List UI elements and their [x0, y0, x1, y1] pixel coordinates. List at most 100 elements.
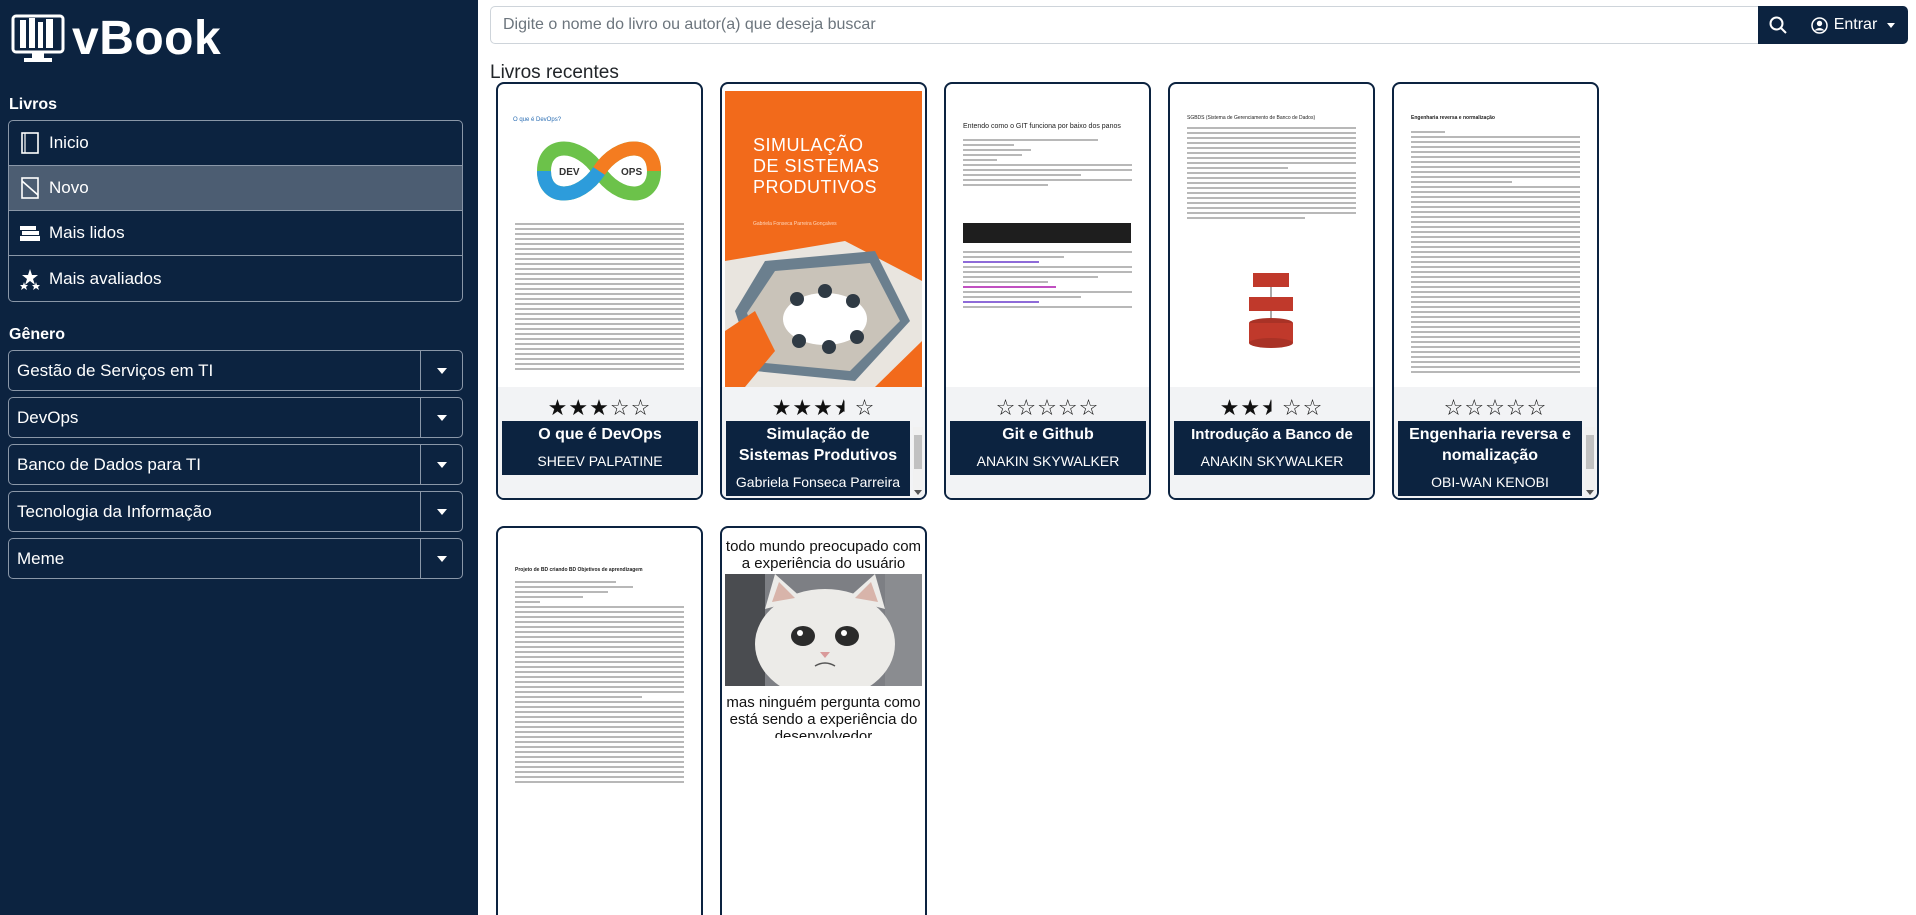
book-title[interactable]: Git e Github — [950, 421, 1146, 448]
star-full-icon: ★ — [589, 395, 610, 420]
cover-title: SIMULAÇÃO DE SISTEMAS PRODUTIVOS — [753, 135, 880, 197]
star-empty-icon: ☆ — [1505, 395, 1527, 420]
cover-heading: SGBDS (Sistema de Gerenciamento de Banco… — [1187, 115, 1316, 121]
svg-text:DEV: DEV — [559, 167, 580, 178]
genre-dropdown-toggle[interactable] — [420, 539, 462, 578]
cover-author: Gabriela Fonseca Parreira Gonçalves — [753, 221, 837, 227]
star-empty-icon: ☆ — [609, 395, 631, 420]
genre-label: DevOps — [17, 407, 79, 427]
caret-down-icon — [436, 508, 447, 515]
book-card[interactable]: Engenharia reversa e normalização ☆☆☆☆☆ … — [1392, 82, 1599, 500]
cover-text-lines — [515, 581, 684, 786]
book-card[interactable]: O que é DevOps? DEV OPS ★★★☆☆ O que é De… — [496, 82, 703, 500]
book-author[interactable]: ANAKIN SKYWALKER — [1174, 448, 1370, 475]
star-half-icon: ★ — [1261, 395, 1282, 420]
book-cover[interactable]: SIMULAÇÃO DE SISTEMAS PRODUTIVOS Gabriel… — [725, 91, 922, 387]
genre-item[interactable]: Meme — [8, 538, 463, 579]
cover-illustration — [725, 241, 922, 387]
code-block — [963, 223, 1131, 243]
cover-heading: Projeto de BD criando BD Objetivos de ap… — [515, 567, 643, 573]
book-cover[interactable]: Entendo como o GIT funciona por baixo do… — [949, 91, 1146, 387]
book-card[interactable]: todo mundo preocupado com a experiência … — [720, 526, 927, 915]
scrollbar[interactable] — [913, 427, 923, 497]
book-author[interactable]: SHEEV PALPATINE — [502, 448, 698, 475]
books-heading: Livros — [9, 96, 58, 113]
genre-item[interactable]: Banco de Dados para TI — [8, 444, 463, 485]
rating-stars: ☆☆☆☆☆ — [1394, 395, 1597, 421]
book-cover[interactable]: Engenharia reversa e normalização — [1397, 91, 1594, 387]
book-title[interactable]: Simulação de Sistemas Produtivos — [726, 421, 910, 469]
page-title: Livros recentes — [490, 62, 619, 83]
book-cover[interactable]: O que é DevOps? DEV OPS — [501, 91, 698, 387]
login-label: Entrar — [1833, 16, 1878, 33]
genre-label: Tecnologia da Informação — [17, 501, 212, 521]
search-button[interactable] — [1758, 6, 1798, 44]
scrollbar[interactable] — [1585, 427, 1595, 497]
book-author[interactable]: OBI-WAN KENOBI — [1398, 469, 1582, 496]
genre-item[interactable]: Gestão de Serviços em TI — [8, 350, 463, 391]
star-full-icon: ★ — [813, 395, 834, 420]
star-empty-icon: ☆ — [1526, 395, 1548, 420]
star-empty-icon: ☆ — [1057, 395, 1079, 420]
star-empty-icon: ☆ — [1443, 395, 1465, 420]
meme-bottom-text: mas ninguém pergunta como está sendo a e… — [725, 694, 922, 738]
crying-cat-image — [725, 574, 922, 686]
book-title[interactable]: Engenharia reversa e nomalização — [1398, 421, 1582, 469]
nav-item-label: Mais lidos — [49, 223, 125, 242]
star-full-icon: ★ — [1240, 395, 1262, 420]
user-circle-icon — [1810, 16, 1828, 34]
genre-list: Gestão de Serviços em TI DevOps Banco de… — [8, 350, 478, 579]
book-cover[interactable]: SGBDS (Sistema de Gerenciamento de Banco… — [1173, 91, 1370, 387]
book-info: ★★★★☆ Simulação de Sistemas Produtivos G… — [722, 387, 925, 498]
nav-item-inicio[interactable]: Inicio — [9, 121, 462, 166]
genre-dropdown-toggle[interactable] — [420, 398, 462, 437]
book-card[interactable]: Entendo como o GIT funciona por baixo do… — [944, 82, 1151, 500]
caret-down-icon — [436, 555, 447, 562]
brand[interactable]: vBook — [8, 0, 478, 76]
star-full-icon: ★ — [568, 395, 590, 420]
book-card[interactable]: SIMULAÇÃO DE SISTEMAS PRODUTIVOS Gabriel… — [720, 82, 927, 500]
nav-item-mais-avaliados[interactable]: Mais avaliados — [9, 256, 462, 301]
genre-heading: Gênero — [9, 326, 66, 343]
star-empty-icon: ☆ — [854, 395, 876, 420]
genre-dropdown-toggle[interactable] — [420, 445, 462, 484]
rating-stars: ☆☆☆☆☆ — [946, 395, 1149, 421]
brand-name: vBook — [72, 11, 222, 65]
rating-stars: ★★★☆☆ — [1170, 395, 1373, 421]
book-card[interactable]: Projeto de BD criando BD Objetivos de ap… — [496, 526, 703, 915]
nav-item-novo[interactable]: Novo — [9, 166, 462, 211]
search-bar: Entrar — [490, 6, 1908, 44]
star-empty-icon: ☆ — [630, 395, 652, 420]
login-dropdown-button[interactable]: Entrar — [1798, 6, 1908, 44]
genre-dropdown-toggle[interactable] — [420, 492, 462, 531]
cover-heading: Engenharia reversa e normalização — [1411, 115, 1495, 121]
genre-item[interactable]: DevOps — [8, 397, 463, 438]
nav-item-mais-lidos[interactable]: Mais lidos — [9, 211, 462, 256]
star-full-icon: ★ — [792, 395, 814, 420]
scroll-down-arrow-icon[interactable] — [914, 490, 922, 495]
books-stack-icon — [19, 221, 41, 245]
genre-dropdown-toggle[interactable] — [420, 351, 462, 390]
main-content: Entrar Livros recentes O que é DevOps? D… — [478, 0, 1916, 915]
book-info: ☆☆☆☆☆ Git e Github ANAKIN SKYWALKER — [946, 387, 1149, 498]
book-cover[interactable]: todo mundo preocupado com a experiência … — [725, 538, 922, 738]
book-info: ★★★☆☆ O que é DevOps SHEEV PALPATINE — [498, 387, 701, 498]
book-card[interactable]: SGBDS (Sistema de Gerenciamento de Banco… — [1168, 82, 1375, 500]
devops-infinity-icon: DEV OPS — [536, 141, 662, 201]
caret-down-icon — [436, 461, 447, 468]
search-input[interactable] — [490, 6, 1758, 44]
genre-item[interactable]: Tecnologia da Informação — [8, 491, 463, 532]
scrollbar-thumb[interactable] — [914, 435, 922, 469]
book-author[interactable]: Gabriela Fonseca Parreira — [726, 469, 910, 496]
book-author[interactable]: ANAKIN SKYWALKER — [950, 448, 1146, 475]
book-cover[interactable]: Projeto de BD criando BD Objetivos de ap… — [501, 535, 698, 831]
book-title[interactable]: O que é DevOps — [502, 421, 698, 448]
cover-heading: O que é DevOps? — [513, 117, 562, 123]
genre-label: Banco de Dados para TI — [17, 454, 201, 474]
scroll-down-arrow-icon[interactable] — [1586, 490, 1594, 495]
sidebar: vBook Livros Inicio Novo Mais lidos Mais… — [0, 0, 478, 915]
meme-top-text: todo mundo preocupado com a experiência … — [725, 538, 922, 572]
book-icon — [19, 131, 41, 155]
scrollbar-thumb[interactable] — [1586, 435, 1594, 469]
star-empty-icon: ☆ — [1281, 395, 1303, 420]
